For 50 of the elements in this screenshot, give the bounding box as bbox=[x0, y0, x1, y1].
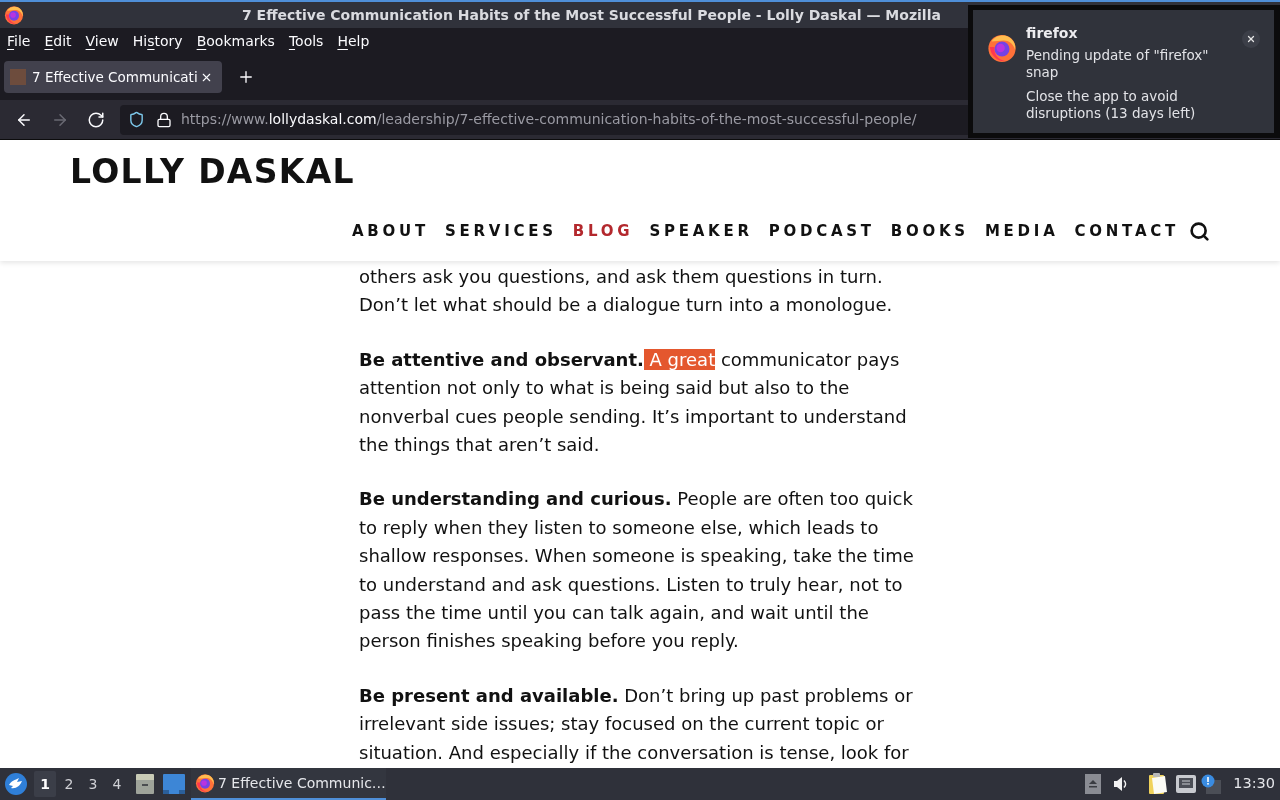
menu-item[interactable]: Tools bbox=[281, 31, 331, 51]
close-button[interactable] bbox=[1242, 30, 1260, 48]
nav-link[interactable]: MEDIA bbox=[984, 219, 1059, 243]
nav-link[interactable]: SPEAKER bbox=[649, 219, 753, 243]
browser-tab[interactable]: 7 Effective Communicati bbox=[4, 61, 222, 93]
menu-item[interactable]: View bbox=[78, 31, 126, 51]
network-icon[interactable] bbox=[1176, 775, 1197, 793]
lock-icon[interactable] bbox=[156, 111, 172, 128]
url-text: https://www.lollydaskal.com/leadership/7-effective-communication-habits-of-the-most-successful-people/ bbox=[181, 110, 917, 129]
file-cabinet-icon[interactable] bbox=[135, 773, 155, 795]
article-paragraph: Be present and available. Don’t bring up past problems or irrelevant side issues; stay focused on the current topic or situation. And especially if the conversation is tense, look for bbox=[359, 683, 914, 765]
nav-link[interactable]: BOOKS bbox=[890, 219, 969, 243]
nav-link[interactable]: BLOG bbox=[572, 219, 634, 243]
site-logo[interactable]: LOLLY DASKAL bbox=[70, 153, 355, 191]
notification-app-name: firefox bbox=[1026, 24, 1079, 42]
update-alert-icon[interactable] bbox=[1201, 774, 1222, 794]
nav-link[interactable]: SERVICES bbox=[445, 219, 557, 243]
shield-icon[interactable] bbox=[128, 111, 145, 128]
firefox-logo-icon bbox=[4, 5, 24, 25]
clipboard-icon[interactable] bbox=[1148, 773, 1169, 795]
firefox-logo-icon bbox=[987, 33, 1017, 63]
workspace-button[interactable]: 3 bbox=[82, 771, 104, 797]
app-menu-button[interactable] bbox=[5, 773, 27, 795]
workspace-button[interactable]: 1 bbox=[34, 771, 56, 797]
clock: 13:30 bbox=[1233, 774, 1275, 794]
article-paragraph: Be understanding and curious. People are often too quick to reply when they listen to someone else, which leads to shallow responses. When someone is speaking, take the time to understand and ask questions. Listen to truly hear, not to pass the time until you can talk again, and wait until the person finishes speaking before you reply. bbox=[359, 487, 915, 654]
favicon-photo-placeholder bbox=[10, 69, 26, 85]
menu-item[interactable]: History bbox=[125, 31, 190, 51]
search-icon[interactable] bbox=[1189, 220, 1210, 242]
notification-message: Pending update of "firefox" snap bbox=[1026, 47, 1210, 81]
nav-link[interactable]: ABOUT bbox=[352, 219, 429, 243]
article-paragraph: Be attentive and observant. A great communicator pays attention not only to what is being said but also to the nonverbal cues people sending. It’s important to understand the things that aren’t said. bbox=[359, 347, 908, 458]
nav-link[interactable]: CONTACT bbox=[1074, 219, 1179, 243]
nav-link[interactable]: PODCAST bbox=[768, 219, 875, 243]
article-paragraph: others ask you questions, and ask them questions in turn. Don’t let what should be a dialogue turn into a monologue. bbox=[359, 265, 894, 318]
new-tab-icon[interactable] bbox=[237, 68, 255, 86]
menu-item[interactable]: File bbox=[0, 31, 38, 51]
menu-item[interactable]: Help bbox=[330, 31, 377, 51]
workspace-button[interactable]: 4 bbox=[106, 771, 128, 797]
workspace-button[interactable]: 2 bbox=[58, 771, 80, 797]
menu-item[interactable]: Edit bbox=[37, 31, 79, 51]
menu-item[interactable]: Bookmarks bbox=[189, 31, 282, 51]
bird-logo-icon bbox=[5, 773, 27, 795]
taskbar-window-button[interactable]: 7 Effective Communic… bbox=[191, 768, 386, 800]
reload-icon bbox=[87, 110, 105, 129]
close-icon bbox=[1246, 34, 1256, 44]
window-title: 7 Effective Communication Habits of the Most Successful People - Lolly Daskal — Mozilla bbox=[242, 5, 941, 25]
tab-title: 7 Effective Communicati bbox=[32, 67, 198, 87]
eject-icon[interactable] bbox=[1085, 774, 1102, 794]
firefox-logo-icon bbox=[195, 773, 215, 793]
